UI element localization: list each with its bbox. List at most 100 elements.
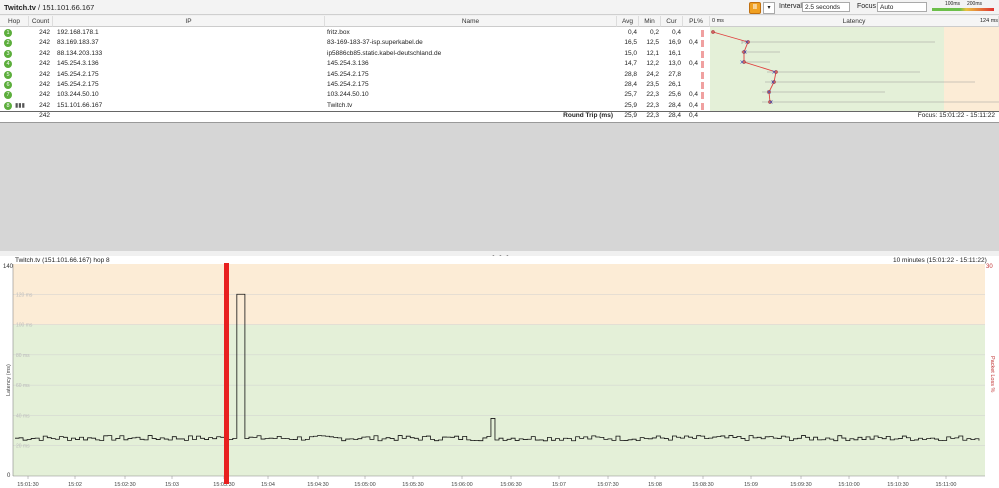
x-tick-label: 15:07 xyxy=(552,482,566,488)
hop-badge: 2 xyxy=(4,39,12,48)
avg-cell: 16,5 xyxy=(624,39,637,47)
table-row[interactable]: 5 242 145.254.2.175 145.254.2.175 28,8 24,2 27… xyxy=(0,70,999,80)
x-tick-label: 15:11:00 xyxy=(935,482,956,488)
summary-min: 22,3 xyxy=(646,112,659,119)
ip-cell: 103.244.50.10 xyxy=(57,91,99,99)
table-row[interactable]: 6 242 145.254.2.175 145.254.2.175 28,4 23,5 26… xyxy=(0,80,999,90)
col-avg[interactable]: Avg xyxy=(617,16,639,27)
count-cell: 242 xyxy=(39,91,50,99)
grid-label: 40 ms xyxy=(16,413,30,419)
interval-select[interactable]: 2.5 seconds xyxy=(802,2,850,12)
x-tick-label: 15:04:30 xyxy=(307,482,328,488)
pl-cell: 0,4 xyxy=(688,101,698,109)
packet-loss-indicator xyxy=(701,50,704,58)
interval-label: Interval xyxy=(779,3,802,10)
cur-cell: 0,4 xyxy=(671,29,681,36)
x-tick-label: 15:03 xyxy=(165,482,179,488)
min-cell: 22,3 xyxy=(646,91,659,99)
packet-loss-indicator xyxy=(701,92,704,100)
summary-pl: 0,4 xyxy=(688,112,698,119)
chevron-down-icon[interactable]: ▾ xyxy=(763,2,775,14)
latency-color-legend xyxy=(932,8,994,11)
name-cell: fritz.box xyxy=(327,29,350,36)
count-cell: 242 xyxy=(39,81,50,88)
ip-cell: 145.254.2.175 xyxy=(57,70,99,78)
x-tick-label: 15:01:30 xyxy=(17,482,38,488)
col-ip[interactable]: IP xyxy=(53,16,325,27)
focus-select[interactable]: Auto xyxy=(877,2,927,12)
count-cell: 242 xyxy=(39,60,50,68)
latency-chart[interactable]: 120 ms 100 ms 80 ms 60 ms 40 ms 20 ms 140 0 30 La… xyxy=(0,256,999,488)
avg-cell: 15,0 xyxy=(624,49,637,57)
table-row[interactable]: 8 242 151.101.66.167 Twitch.tv 25,9 22,3 28,4 0… xyxy=(0,101,999,111)
name-cell: 145.254.2.175 xyxy=(327,81,369,88)
table-row[interactable]: 7 242 103.244.50.10 103.244.50.10 25,7 22,3 25… xyxy=(0,90,999,100)
cur-cell: 27,8 xyxy=(668,70,681,78)
col-cur[interactable]: Cur xyxy=(661,16,683,27)
cur-cell: 13,0 xyxy=(668,60,681,68)
hop-badge: 4 xyxy=(4,60,12,69)
min-cell: 12,1 xyxy=(646,49,659,57)
x-tick-label: 15:05:30 xyxy=(402,482,423,488)
legend-200ms: 200ms xyxy=(967,1,983,7)
zone-0 xyxy=(13,324,985,476)
x-tick-label: 15:06:00 xyxy=(451,482,472,488)
x-tick-label: 15:02:30 xyxy=(114,482,135,488)
col-latency[interactable]: Latency xyxy=(710,16,999,27)
col-name[interactable]: Name xyxy=(325,16,617,27)
name-cell: 83-169-183-37-isp.superkabel.de xyxy=(327,39,423,47)
pause-button[interactable]: II xyxy=(749,2,761,14)
col-pl[interactable]: PL% xyxy=(683,16,710,27)
hop-badge: 3 xyxy=(4,49,12,58)
name-cell: 145.254.2.175 xyxy=(327,70,369,78)
ip-cell: 88.134.203.133 xyxy=(57,49,103,57)
empty-panel xyxy=(0,122,999,251)
summary-row xyxy=(0,111,999,122)
avg-cell: 25,9 xyxy=(624,101,637,109)
table-row[interactable]: 3 242 88.134.203.133 ip5886cb85.static.kabe… xyxy=(0,49,999,59)
count-cell: 242 xyxy=(39,49,50,57)
col-min[interactable]: Min xyxy=(639,16,661,27)
avg-cell: 14,7 xyxy=(624,60,637,68)
name-cell: ip5886cb85.static.kabel-deutschland.de xyxy=(327,49,442,57)
packet-loss-indicator xyxy=(701,30,704,37)
packet-loss-indicator xyxy=(701,40,704,48)
x-tick-label: 15:02 xyxy=(68,482,82,488)
target-name: Twitch.tv xyxy=(4,3,36,12)
avg-cell: 25,7 xyxy=(624,91,637,99)
hop-badge: 7 xyxy=(4,91,12,100)
cur-cell: 26,1 xyxy=(668,81,681,88)
legend-100ms: 100ms xyxy=(945,1,961,7)
name-cell: 103.244.50.10 xyxy=(327,91,369,99)
col-count[interactable]: Count xyxy=(29,16,53,27)
summary-count: 242 xyxy=(39,112,50,119)
y-axis-min: 0 xyxy=(7,473,11,479)
x-tick-label: 15:04 xyxy=(261,482,275,488)
x-tick-label: 15:07:30 xyxy=(597,482,618,488)
col-hop[interactable]: Hop xyxy=(0,16,29,27)
ip-cell: 145.254.3.136 xyxy=(57,60,99,68)
avg-cell: 28,4 xyxy=(624,81,637,88)
x-tick-label: 15:05:00 xyxy=(354,482,375,488)
min-cell: 23,5 xyxy=(646,81,659,88)
ip-cell: 151.101.66.167 xyxy=(57,101,103,109)
summary-avg: 25,9 xyxy=(624,112,637,119)
table-row[interactable]: 4 242 145.254.3.136 145.254.3.136 14,7 12,2 13… xyxy=(0,59,999,69)
packet-loss-indicator xyxy=(701,82,704,89)
packet-loss-indicator xyxy=(701,61,704,69)
x-tick-label: 15:10:30 xyxy=(887,482,908,488)
ip-cell: 192.168.178.1 xyxy=(57,29,99,36)
min-cell: 24,2 xyxy=(646,70,659,78)
latency-scale-min: 0 ms xyxy=(712,18,724,24)
table-row[interactable]: 2 242 83.169.183.37 83-169-183-37-isp.super… xyxy=(0,38,999,48)
graph-icon[interactable]: ▮▮▮ xyxy=(15,101,25,111)
window-title: Twitch.tv / 151.101.66.167 xyxy=(4,3,94,12)
hop-badge: 6 xyxy=(4,81,12,89)
min-cell: 22,3 xyxy=(646,101,659,109)
count-cell: 242 xyxy=(39,39,50,47)
latency-scale-max: 124 ms xyxy=(980,18,999,24)
y2-axis-label: Packet Loss % xyxy=(989,356,995,392)
hop-badge: 5 xyxy=(4,70,12,79)
table-row[interactable]: 1 242 192.168.178.1 fritz.box 0,4 0,2 0,4 xyxy=(0,28,999,38)
cur-cell: 16,1 xyxy=(668,49,681,57)
